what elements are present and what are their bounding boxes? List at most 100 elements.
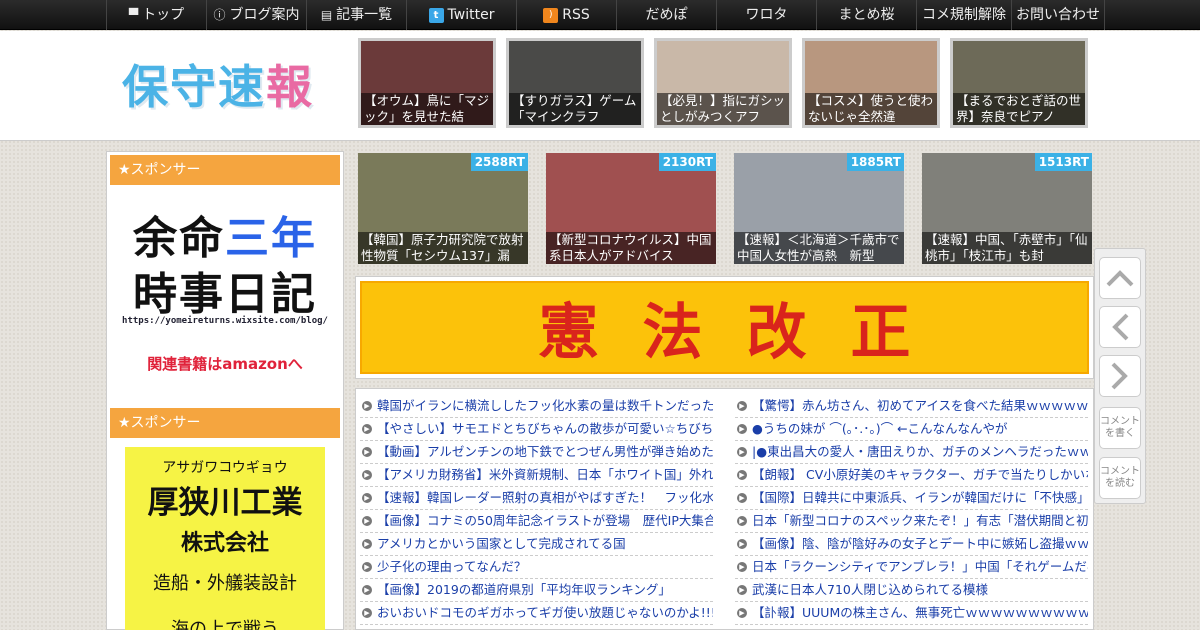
headline-text: 【速報】韓国レーダー照射の真相がやばすぎた！ フッ化水素 [377,490,713,505]
trending-caption: 【新型コロナウイルス】中国系日本人がアドバイス [546,232,716,264]
headline-text: 【朗報】 CV小原好美のキャラクター、ガチで当たりしかいない [752,467,1088,482]
next-article-button[interactable] [1099,355,1141,397]
read-comments-button[interactable]: コメント を読む [1099,457,1141,499]
nav-label: Twitter [447,7,495,23]
bullet-icon: ▶ [737,401,747,411]
headline-item[interactable]: ▶ 韓国がイランに横流ししたフッ化水素の量は数千トンだった！ [360,395,713,418]
headline-item[interactable]: ▶ 【速報】韓国レーダー照射の真相がやばすぎた！ フッ化水素 [360,487,713,510]
headline-item[interactable]: ▶ 【国際】日韓共に中東派兵、イランが韓国だけに「不快感」の [735,487,1088,510]
headline-item[interactable]: ▶ 【画像】コナミの50周年記念イラストが登場 歴代IP大集合ｗ [360,510,713,533]
headline-text: おいおいドコモのギガホってギガ使い放題じゃないのかよ!!! [377,605,713,620]
nav-label: RSS [562,7,590,23]
nav-item-contact[interactable]: お問い合わせ [1011,0,1105,30]
nav-item-twitter[interactable]: t Twitter [406,0,516,30]
banner-text: 憲法改正 [360,281,1089,374]
trending-article-4[interactable]: 1513RT 【速報】中国、「赤壁市」「仙桃市」「枝江市」も封 [922,153,1092,264]
nav-item-blog-guide[interactable]: ⓘ ブログ案内 [206,0,306,30]
headline-text: 日本「新型コロナのスペック来たぞ！」有志「潜伏期間と初期 [752,513,1088,528]
headline-text: 韓国がイランに横流ししたフッ化水素の量は数千トンだった！ [377,398,713,413]
headline-item[interactable]: ▶ 武漢に日本人710人閉じ込められてる模様 [735,579,1088,602]
side-action-buttons: コメント を書く コメント を読む [1094,248,1146,504]
headline-list-right: ▶ 【驚愕】赤ん坊さん、初めてアイスを食べた結果ｗｗｗｗｗｗ ▶ ●うちの妹が ⌒(｡… [735,395,1088,625]
nav-item-warota[interactable]: ワロタ [716,0,816,30]
home-icon: ▀ [128,8,139,22]
featured-caption: 【必見！】指にガシッとしがみつくアフ [657,93,789,125]
trending-article-1[interactable]: 2588RT 【韓国】原子力研究院で放射性物質「セシウム137」漏 [358,153,528,264]
sponsor-ad-yomei[interactable]: 余命三年 時事日記 https://yomeireturns.wixsite.c… [110,190,340,390]
nav-label: まとめ桜 [838,7,895,23]
headline-item[interactable]: ▶ おいおいドコモのギガホってギガ使い放題じゃないのかよ!!! [360,602,713,625]
headline-item[interactable]: ▶ 【驚愕】赤ん坊さん、初めてアイスを食べた結果ｗｗｗｗｗｗ [735,395,1088,418]
bullet-icon: ▶ [737,447,747,457]
headline-item[interactable]: ▶ 【アメリカ財務省】米外資新規制、日本「ホワイト国」外れる [360,464,713,487]
headline-text: 【画像】陰、陰が陰好みの女子とデート中に嫉妬し盗撮ｗｗｗ [752,536,1088,551]
bullet-icon: ▶ [737,424,747,434]
headline-text: 【訃報】UUUMの株主さん、無事死亡ｗｗｗｗｗｗｗｗｗｗ [752,605,1088,620]
nav-item-matome-sakura[interactable]: まとめ桜 [816,0,916,30]
sidebar: ★スポンサー 余命三年 時事日記 https://yomeireturns.wi… [106,151,344,630]
top-nav: ▀ トップ ⓘ ブログ案内 ▤ 記事一覧 t Twitter ) RSS だめぽ… [0,0,1200,30]
featured-article-4[interactable]: 【コスメ】使うと使わないじゃ全然違 [802,38,940,128]
chevron-left-icon [1112,313,1129,341]
headline-lists: ▶ 韓国がイランに横流ししたフッ化水素の量は数千トンだった！ ▶ 【やさしい】サモエド… [355,388,1094,630]
nav-item-damepo[interactable]: だめぽ [616,0,716,30]
featured-article-2[interactable]: 【すりガラス】ゲーム「マインクラフ [506,38,644,128]
rt-count-badge: 1885RT [846,153,904,171]
headline-item[interactable]: ▶ ●うちの妹が ⌒(｡･.･｡)⌒ ←こんなんなんやが [735,418,1088,441]
write-comment-button[interactable]: コメント を書く [1099,407,1141,449]
headline-item[interactable]: ▶ 【動画】アルゼンチンの地下鉄でとつぜん男性が弾き始めた曲 [360,441,713,464]
headline-text: 【国際】日韓共に中東派兵、イランが韓国だけに「不快感」の [752,490,1088,505]
trending-article-2[interactable]: 2130RT 【新型コロナウイルス】中国系日本人がアドバイス [546,153,716,264]
bullet-icon: ▶ [737,470,747,480]
trending-article-3[interactable]: 1885RT 【速報】＜北海道＞千歳市で中国人女性が高熱 新型 [734,153,904,264]
headline-item[interactable]: ▶ 日本「ラクーンシティでアンブレラ！」中国「それゲームだろ [735,556,1088,579]
nav-label: 記事一覧 [336,7,393,23]
headline-text: 【驚愕】赤ん坊さん、初めてアイスを食べた結果ｗｗｗｗｗｗ [752,398,1088,413]
nav-item-top[interactable]: ▀ トップ [106,0,206,30]
bullet-icon: ▶ [362,424,372,434]
headline-item[interactable]: ▶ 【画像】陰、陰が陰好みの女子とデート中に嫉妬し盗撮ｗｗｗ [735,533,1088,556]
constitution-banner[interactable]: 憲法改正 [355,276,1094,379]
nav-item-comment-unblock[interactable]: コメ規制解除 [916,0,1011,30]
headline-text: 【やさしい】サモエドとちびちゃんの散歩が可愛い☆ちびちゃ [377,421,713,436]
featured-article-1[interactable]: 【オウム】鳥に「マジック」を見せた結 [358,38,496,128]
headline-item[interactable]: ▶ |●東出昌大の愛人・唐田えりか、ガチのメンヘラだったｗｗｗ [735,441,1088,464]
headline-item[interactable]: ▶ 少子化の理由ってなんだ？ [360,556,713,579]
amazon-link[interactable]: 関連書籍はamazonへ [110,353,340,374]
rss-icon: ) [543,7,559,23]
site-logo[interactable]: 保守速報 [122,51,314,117]
bullet-icon: ▶ [362,608,372,618]
nav-item-rss[interactable]: ) RSS [516,0,616,30]
headline-item[interactable]: ▶ 【訃報】UUUMの株主さん、無事死亡ｗｗｗｗｗｗｗｗｗｗ [735,602,1088,625]
nav-label: トップ [142,7,185,23]
featured-article-3[interactable]: 【必見！】指にガシッとしがみつくアフ [654,38,792,128]
featured-caption: 【まるでおとぎ話の世界】奈良でピアノ [953,93,1085,125]
headline-item[interactable]: ▶ 日本「新型コロナのスペック来たぞ！」有志「潜伏期間と初期 [735,510,1088,533]
bullet-icon: ▶ [737,493,747,503]
nav-label: お問い合わせ [1016,7,1100,23]
sponsor-ad-asagawa[interactable]: アサガワコウギョウ 厚狭川工業 株式会社 造船・外艤装設計 海の上で戦う [125,447,325,630]
headline-text: |●東出昌大の愛人・唐田えりか、ガチのメンヘラだったｗｗｗ [752,444,1088,459]
sponsor-heading: ★スポンサー [110,155,340,185]
headline-text: 日本「ラクーンシティでアンブレラ！」中国「それゲームだろ [752,559,1088,574]
headline-item[interactable]: ▶ 【やさしい】サモエドとちびちゃんの散歩が可愛い☆ちびちゃ [360,418,713,441]
headline-item[interactable]: ▶ アメリカとかいう国家として完成されてる国 [360,533,713,556]
headline-item[interactable]: ▶ 【朗報】 CV小原好美のキャラクター、ガチで当たりしかいない [735,464,1088,487]
previous-article-button[interactable] [1099,306,1141,348]
headline-item[interactable]: ▶ 【画像】2019の都道府県別「平均年収ランキング」 [360,579,713,602]
scroll-up-button[interactable] [1099,257,1141,299]
bullet-icon: ▶ [362,585,372,595]
headline-text: 【アメリカ財務省】米外資新規制、日本「ホワイト国」外れる [377,467,713,482]
rt-count-badge: 2130RT [658,153,716,171]
featured-caption: 【オウム】鳥に「マジック」を見せた結 [361,93,493,125]
nav-item-article-list[interactable]: ▤ 記事一覧 [306,0,406,30]
chevron-up-icon [1106,270,1134,287]
sponsor-heading: ★スポンサー [110,408,340,438]
trending-caption: 【速報】中国、「赤壁市」「仙桃市」「枝江市」も封 [922,232,1092,264]
list-icon: ▤ [320,8,333,22]
headline-text: 【画像】コナミの50周年記念イラストが登場 歴代IP大集合ｗ [377,513,713,528]
bullet-icon: ▶ [362,470,372,480]
featured-article-5[interactable]: 【まるでおとぎ話の世界】奈良でピアノ [950,38,1088,128]
bullet-icon: ▶ [737,585,747,595]
headline-text: 【画像】2019の都道府県別「平均年収ランキング」 [377,582,671,597]
